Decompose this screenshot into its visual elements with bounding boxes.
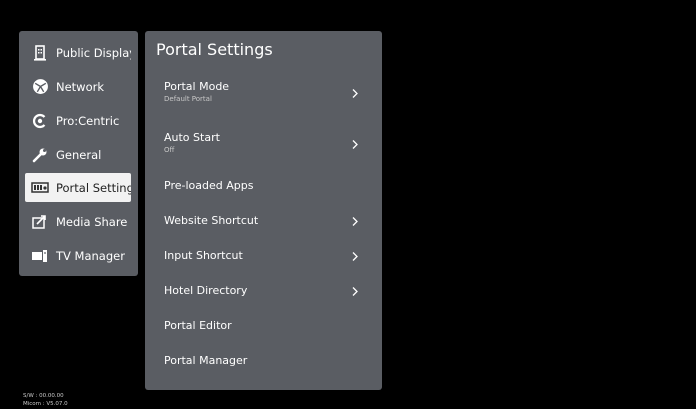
menu-item-preloaded-apps[interactable]: Pre-loaded Apps (164, 179, 364, 193)
network-globe-icon (30, 77, 50, 97)
chevron-right-icon (352, 212, 358, 231)
portal-settings-panel: Portal Settings Portal Mode Default Port… (145, 31, 382, 390)
media-share-icon (30, 212, 50, 232)
procentric-icon (30, 111, 50, 131)
menu-item-portal-mode[interactable]: Portal Mode Default Portal (164, 80, 364, 106)
menu-item-label: Portal Manager (164, 354, 248, 367)
sidebar-item-label: TV Manager (56, 248, 125, 263)
building-icon (30, 43, 50, 63)
wrench-icon (30, 145, 50, 165)
sidebar-item-procentric[interactable]: Pro:Centric (25, 106, 131, 135)
menu-item-label: Website Shortcut (164, 214, 259, 227)
sidebar-item-label: Public Display... (56, 45, 131, 60)
menu-item-input-shortcut[interactable]: Input Shortcut (164, 249, 364, 263)
portal-icon (30, 178, 50, 198)
menu-item-label: Hotel Directory (164, 284, 248, 297)
chevron-right-icon (352, 84, 358, 103)
menu-item-auto-start[interactable]: Auto Start Off (164, 131, 364, 157)
panel-title: Portal Settings (156, 40, 273, 59)
menu-item-portal-manager[interactable]: Portal Manager (164, 354, 364, 368)
menu-item-label: Pre-loaded Apps (164, 179, 254, 192)
micom-version: Micom : V5.07.0 (23, 401, 68, 407)
menu-item-label: Auto Start (164, 131, 220, 144)
software-version: S/W : 00.00.00 (23, 393, 64, 399)
menu-item-website-shortcut[interactable]: Website Shortcut (164, 214, 364, 228)
tv-manager-icon (30, 246, 50, 266)
chevron-right-icon (352, 135, 358, 154)
sidebar-item-public-display[interactable]: Public Display... (25, 38, 131, 67)
sidebar-item-tv-manager[interactable]: TV Manager (25, 241, 131, 270)
menu-item-value: Off (164, 146, 175, 154)
sidebar-item-label: Pro:Centric (56, 113, 120, 128)
menu-item-label: Input Shortcut (164, 249, 243, 262)
menu-item-label: Portal Mode (164, 80, 230, 93)
sidebar-item-label: General (56, 147, 102, 162)
chevron-right-icon (352, 247, 358, 266)
category-sidebar: Public Display... Network Pro:Centric Ge… (19, 31, 138, 276)
sidebar-item-label: Network (56, 79, 105, 94)
sidebar-item-general[interactable]: General (25, 140, 131, 169)
sidebar-item-portal-settings[interactable]: Portal Settings (25, 173, 131, 202)
menu-item-label: Portal Editor (164, 319, 232, 332)
chevron-right-icon (352, 282, 358, 301)
sidebar-item-label: Media Share (56, 214, 128, 229)
menu-item-hotel-directory[interactable]: Hotel Directory (164, 284, 364, 298)
menu-item-portal-editor[interactable]: Portal Editor (164, 319, 364, 333)
sidebar-item-label: Portal Settings (56, 180, 131, 195)
sidebar-item-media-share[interactable]: Media Share (25, 207, 131, 236)
menu-item-value: Default Portal (164, 95, 212, 103)
sidebar-item-network[interactable]: Network (25, 72, 131, 101)
